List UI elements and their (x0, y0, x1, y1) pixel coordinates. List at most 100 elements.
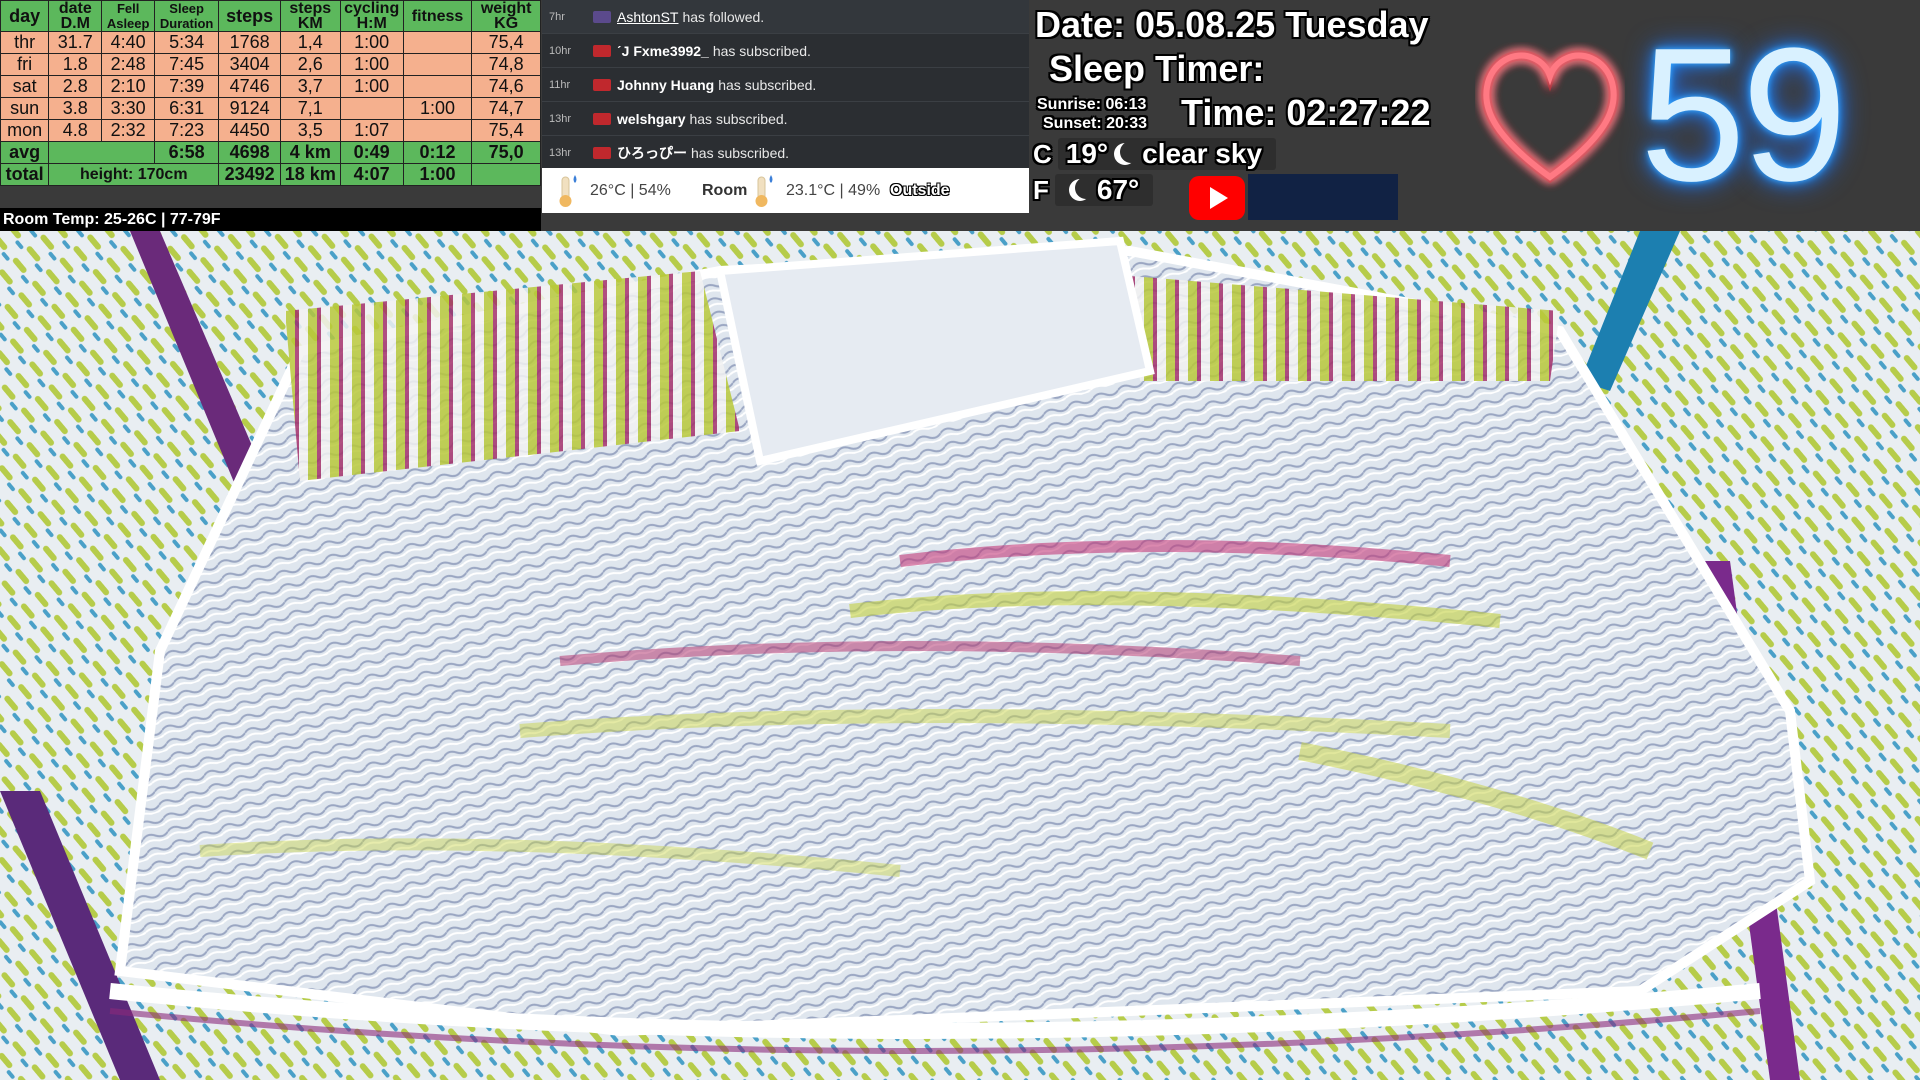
total-height: height: 170cm (48, 163, 220, 186)
cell-km: 1,4 (280, 31, 341, 54)
cell-date: 31.7 (48, 31, 103, 54)
cell-weight: 74,8 (471, 53, 541, 76)
cell-fell-asleep: 3:30 (101, 97, 156, 120)
moon-icon (1069, 179, 1091, 201)
celsius-unit: C (1033, 138, 1052, 169)
feed-user: ˊJ Fxme3992_ (617, 42, 709, 59)
subscribe-icon (593, 112, 611, 125)
cell-cycling: 1:00 (339, 75, 404, 98)
col-fell-asleep: Fell Asleep (101, 0, 156, 32)
avg-sleep: 6:58 (154, 141, 220, 164)
cell-weight: 75,4 (471, 119, 541, 142)
fahrenheit-unit: F (1033, 174, 1049, 205)
cell-day: sat (0, 75, 50, 98)
weather-celsius: C 19° clear sky (1033, 138, 1277, 170)
cell-fitness (402, 53, 473, 76)
weather-fahrenheit: F 67° (1033, 174, 1154, 206)
list-item: 13hr welshgary has subscribed. (542, 102, 1029, 136)
youtube-banner (1248, 174, 1398, 220)
col-steps-km: steps KM (280, 0, 341, 32)
total-km: 18 km (280, 163, 341, 186)
cell-weight: 74,6 (471, 75, 541, 98)
cell-fitness: 1:00 (402, 97, 473, 120)
subscribe-icon (593, 44, 611, 57)
room-label: Room (702, 181, 748, 199)
total-label: total (0, 163, 50, 186)
feed-user: ひろっぴー (617, 144, 687, 161)
feed-time: 13hr (549, 112, 572, 125)
cell-fitness (402, 119, 473, 142)
sunset-time: Sunset: 20:33 (1043, 115, 1148, 132)
list-item: 7hr AshtonST has followed. (542, 0, 1029, 34)
moon-icon (1114, 143, 1136, 165)
cell-km: 3,7 (280, 75, 341, 98)
feed-action: has subscribed. (718, 76, 817, 93)
cell-sleep: 7:45 (154, 53, 220, 76)
cell-cycling: 1:00 (339, 31, 404, 54)
youtube-icon[interactable] (1189, 176, 1245, 220)
cell-km: 7,1 (280, 97, 341, 120)
table-row: sat 2.8 2:10 7:39 4746 3,7 1:00 74,6 (0, 75, 541, 98)
total-steps: 23492 (218, 163, 282, 186)
cell-day: sun (0, 97, 50, 120)
camera-artwork (0, 231, 1920, 1080)
cell-fell-asleep: 2:10 (101, 75, 156, 98)
cell-km: 3,5 (280, 119, 341, 142)
total-cycling: 4:07 (339, 163, 404, 186)
date-display: Date: 05.08.25 Tuesday (1035, 4, 1429, 45)
table-row: sun 3.8 3:30 6:31 9124 7,1 1:00 74,7 (0, 97, 541, 120)
sleep-timer-label: Sleep Timer: (1049, 48, 1265, 89)
room-temp-note: Room Temp: 25-26C | 77-79F (0, 208, 541, 231)
cell-day: thr (0, 31, 50, 54)
heart-icon (1475, 42, 1625, 192)
clock-panel: Date: 05.08.25 Tuesday Sleep Timer: Sunr… (1033, 0, 1473, 231)
thermometer-icon (556, 173, 580, 209)
cell-steps: 4450 (218, 119, 282, 142)
cell-sleep: 7:23 (154, 119, 220, 142)
feed-user: welshgary (617, 110, 686, 127)
avg-cycling: 0:49 (339, 141, 404, 164)
celsius-temp: 19° (1065, 138, 1109, 169)
cell-cycling: 1:07 (339, 119, 404, 142)
cell-km: 2,6 (280, 53, 341, 76)
list-item: 10hr ˊJ Fxme3992_ has subscribed. (542, 34, 1029, 68)
cell-weight: 74,7 (471, 97, 541, 120)
cell-sleep: 5:34 (154, 31, 220, 54)
cell-fell-asleep: 4:40 (101, 31, 156, 54)
table-row: mon 4.8 2:32 7:23 4450 3,5 1:07 75,4 (0, 119, 541, 142)
total-weight (471, 163, 541, 186)
cell-sleep: 6:31 (154, 97, 220, 120)
avg-steps: 4698 (218, 141, 282, 164)
cell-date: 3.8 (48, 97, 103, 120)
avg-fitness: 0:12 (402, 141, 473, 164)
feed-action: has subscribed. (691, 144, 790, 161)
cell-date: 4.8 (48, 119, 103, 142)
total-fitness: 1:00 (402, 163, 473, 186)
feed-action: has subscribed. (712, 42, 811, 59)
camera-feed (0, 231, 1920, 1080)
cell-steps: 3404 (218, 53, 282, 76)
cell-steps: 1768 (218, 31, 282, 54)
table-avg-row: avg 6:58 4698 4 km 0:49 0:12 75,0 (0, 141, 541, 164)
feed-time: 7hr (549, 10, 565, 23)
cell-steps: 9124 (218, 97, 282, 120)
feed-action: has followed. (682, 8, 765, 25)
cell-sleep: 7:39 (154, 75, 220, 98)
feed-time: 11hr (549, 78, 571, 91)
feed-time: 10hr (549, 44, 572, 57)
subscribe-icon (593, 146, 611, 159)
table-row: fri 1.8 2:48 7:45 3404 2,6 1:00 74,8 (0, 53, 541, 76)
avg-empty (48, 141, 156, 164)
col-date: date D.M (48, 0, 103, 32)
temperature-bar: 26°C | 54% Room 23.1°C | 49% Outside (542, 168, 1029, 213)
col-day: day (0, 0, 50, 32)
cell-fitness (402, 75, 473, 98)
feed-user: Johnny Huang (617, 76, 715, 93)
cell-fell-asleep: 2:32 (101, 119, 156, 142)
feed-user[interactable]: AshtonST (617, 9, 678, 25)
list-item: 11hr Johnny Huang has subscribed. (542, 68, 1029, 102)
weather-condition: clear sky (1142, 138, 1263, 169)
weather-pill-f: 67° (1054, 174, 1154, 206)
outside-temp-value: 23.1°C | 49% (786, 181, 881, 199)
cell-steps: 4746 (218, 75, 282, 98)
